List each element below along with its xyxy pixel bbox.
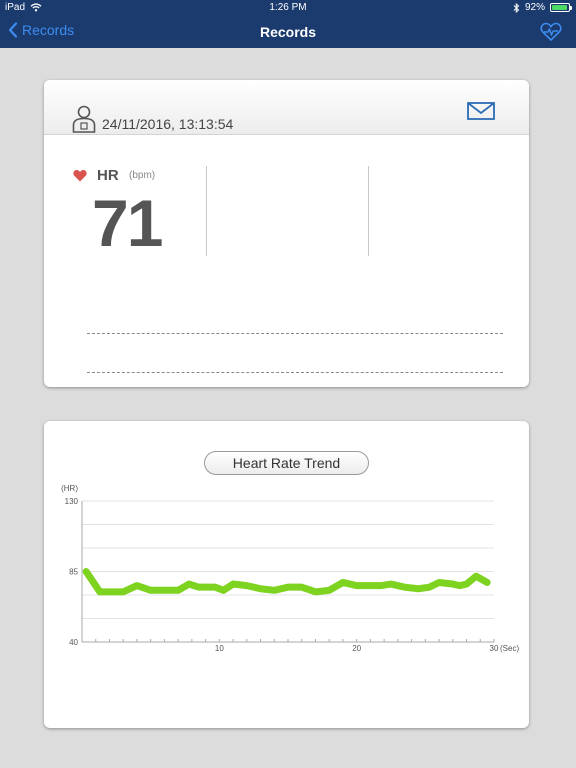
status-time: 1:26 PM <box>269 2 307 13</box>
navigation-bar: iPad 1:26 PM 92% Records Records <box>0 0 576 48</box>
x-tick-label: 10 <box>215 644 224 653</box>
trend-card: 130 85 40 10 20 30 (HR) (Sec) Heart Rate Trend <box>44 421 529 728</box>
y-tick-label: 130 <box>65 497 79 506</box>
dashed-separator <box>87 372 503 373</box>
battery-percent: 92% <box>524 2 545 13</box>
dashed-separator <box>87 333 503 334</box>
hr-unit: (bpm) <box>129 170 156 181</box>
battery-level <box>552 5 567 10</box>
x-tick-label: 30 <box>490 644 499 653</box>
heart-icon <box>73 170 87 182</box>
heart-rate-icon[interactable] <box>540 22 562 42</box>
user-icon <box>72 105 96 133</box>
battery-icon <box>550 3 572 12</box>
hr-value: 71 <box>92 186 163 260</box>
record-card: 24/11/2016, 13:13:54 HR (bpm) 71 <box>44 80 529 387</box>
heart-rate-line <box>82 568 491 596</box>
heart-rate-trend-button[interactable]: Heart Rate Trend <box>204 451 369 475</box>
mail-icon[interactable] <box>467 102 495 120</box>
divider <box>206 166 207 256</box>
record-header: 24/11/2016, 13:13:54 <box>44 80 529 135</box>
bluetooth-icon <box>513 2 520 13</box>
y-axis-label: (HR) <box>61 484 78 493</box>
status-bar: iPad 1:26 PM 92% <box>0 0 576 16</box>
y-tick-label: 40 <box>69 638 78 647</box>
x-axis-label: (Sec) <box>500 644 519 653</box>
divider <box>368 166 369 256</box>
hr-label: HR <box>97 167 119 184</box>
record-datetime: 24/11/2016, 13:13:54 <box>102 116 234 132</box>
x-tick-label: 20 <box>352 644 361 653</box>
y-tick-label: 85 <box>69 568 78 577</box>
page-title: Records <box>259 24 317 40</box>
